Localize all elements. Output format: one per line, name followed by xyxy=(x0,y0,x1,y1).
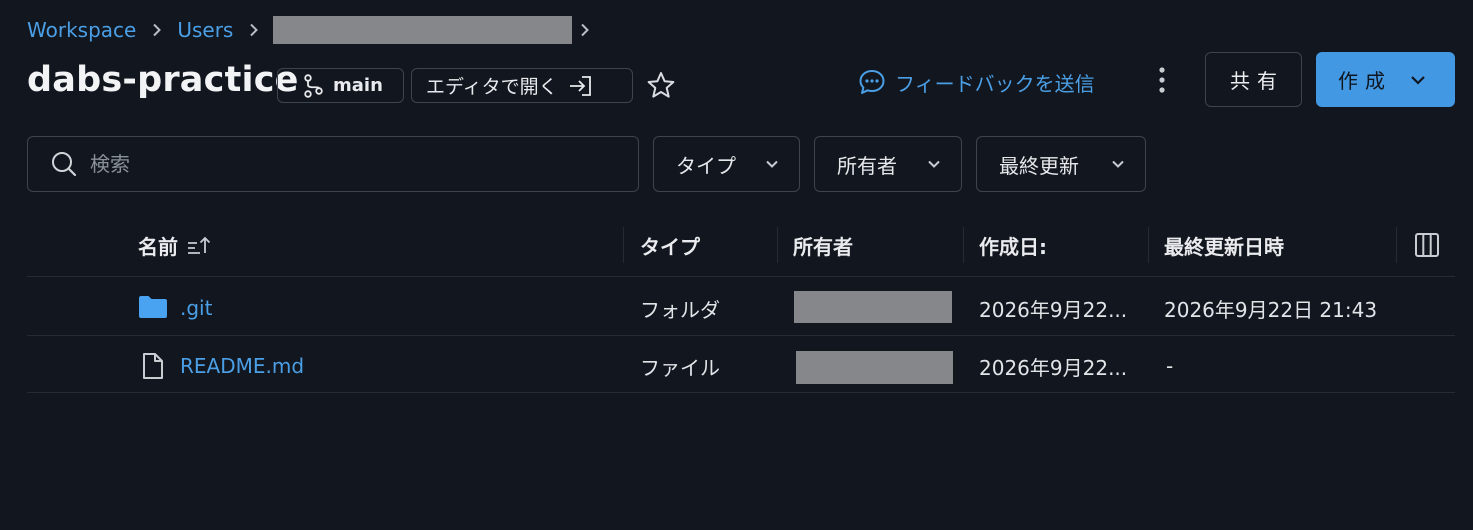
column-header-name-label: 名前 xyxy=(138,234,178,259)
owner-cell-redacted xyxy=(794,291,952,323)
breadcrumb: Workspace Users xyxy=(27,16,605,44)
chevron-down-icon xyxy=(1111,159,1125,169)
open-in-editor-button[interactable]: エディタで開く xyxy=(411,68,633,103)
breadcrumb-user-redacted[interactable] xyxy=(273,16,573,44)
type-filter[interactable]: タイプ xyxy=(653,136,800,192)
page-title: dabs-practice xyxy=(27,60,299,100)
column-header-created[interactable]: 作成日: xyxy=(979,231,1047,259)
chevron-down-icon xyxy=(765,159,779,169)
more-options-icon[interactable] xyxy=(1150,66,1174,96)
search-icon xyxy=(50,150,78,178)
owner-filter-label: 所有者 xyxy=(837,153,897,178)
chevron-down-icon[interactable] xyxy=(1410,74,1426,86)
create-button-label: 作成 xyxy=(1338,69,1392,93)
columns-settings-icon[interactable] xyxy=(1413,231,1441,263)
owner-filter[interactable]: 所有者 xyxy=(814,136,962,192)
column-header-type[interactable]: タイプ xyxy=(640,231,700,259)
column-divider[interactable] xyxy=(1148,227,1149,263)
last-modified-filter-label: 最終更新 xyxy=(999,153,1079,178)
column-divider[interactable] xyxy=(623,227,624,263)
owner-cell-redacted xyxy=(796,351,953,384)
send-feedback-label: フィードバックを送信 xyxy=(895,71,1095,96)
chevron-right-icon xyxy=(249,23,259,37)
open-external-icon xyxy=(568,75,592,97)
open-in-editor-label: エディタで開く xyxy=(426,76,558,98)
send-feedback-link[interactable]: フィードバックを送信 xyxy=(858,66,1095,98)
modified-cell: - xyxy=(1166,354,1174,378)
breadcrumb-workspace[interactable]: Workspace xyxy=(27,18,136,42)
type-cell: ファイル xyxy=(640,355,720,380)
modified-cell: 2026年9月22日 21:43 xyxy=(1164,297,1378,322)
table-divider xyxy=(27,392,1455,393)
folder-icon xyxy=(138,294,168,320)
created-cell: 2026年9月22... xyxy=(979,297,1128,322)
last-modified-filter[interactable]: 最終更新 xyxy=(976,136,1146,192)
chat-bubble-icon xyxy=(858,68,886,96)
column-divider[interactable] xyxy=(963,227,964,263)
type-cell: フォルダ xyxy=(640,297,720,322)
column-divider[interactable] xyxy=(1396,227,1397,263)
share-button[interactable]: 共有 xyxy=(1205,52,1302,107)
file-name-link[interactable]: README.md xyxy=(180,352,304,380)
file-name-link[interactable]: .git xyxy=(180,294,212,322)
column-header-owner[interactable]: 所有者 xyxy=(793,231,853,259)
create-button[interactable]: 作成 xyxy=(1316,52,1455,107)
breadcrumb-users[interactable]: Users xyxy=(177,18,233,42)
chevron-right-icon xyxy=(580,23,590,37)
favorite-star-icon[interactable] xyxy=(646,70,676,100)
created-cell: 2026年9月22... xyxy=(979,355,1128,380)
sort-ascending-icon[interactable] xyxy=(186,234,212,256)
chevron-down-icon xyxy=(927,159,941,169)
chevron-right-icon xyxy=(152,23,162,37)
type-filter-label: タイプ xyxy=(676,153,736,178)
column-header-modified[interactable]: 最終更新日時 xyxy=(1164,231,1284,259)
git-branch-icon xyxy=(303,73,323,98)
column-divider[interactable] xyxy=(777,227,778,263)
search-box[interactable] xyxy=(27,136,639,192)
column-header-name[interactable]: 名前 xyxy=(138,231,212,259)
file-icon xyxy=(140,352,166,380)
branch-label: main xyxy=(333,75,383,96)
search-input[interactable] xyxy=(90,152,610,176)
branch-button[interactable]: main xyxy=(277,68,404,103)
